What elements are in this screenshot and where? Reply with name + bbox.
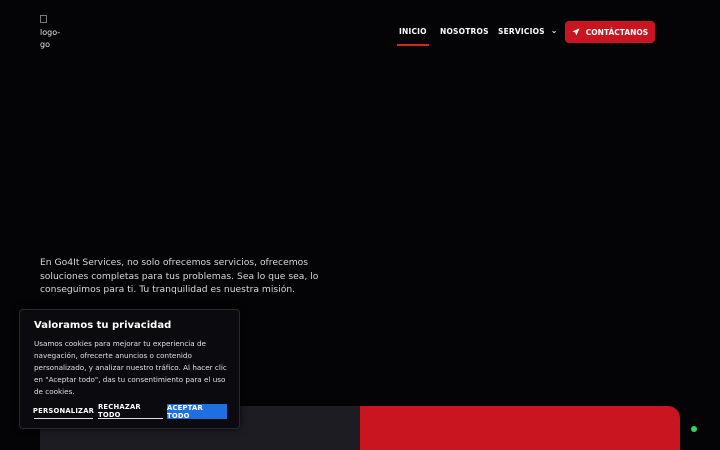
cookie-title: Valoramos tu privacidad xyxy=(34,320,172,331)
main-nav: INICIO NOSOTROS SERVICIOS ⌄ CONTÁCTANOS xyxy=(0,0,720,64)
nav-item-servicios-label: SERVICIOS xyxy=(498,27,545,36)
cookie-body: Usamos cookies para mejorar tu experienc… xyxy=(34,339,227,396)
nav-item-inicio[interactable]: INICIO xyxy=(397,27,429,46)
hero-description: En Go4It Services, no solo ofrecemos ser… xyxy=(40,257,319,296)
contact-button[interactable]: CONTÁCTANOS xyxy=(565,21,655,43)
status-dot xyxy=(691,426,697,432)
chevron-down-icon: ⌄ xyxy=(550,26,558,35)
nav-item-nosotros[interactable]: NOSOTROS xyxy=(440,27,489,36)
send-icon xyxy=(572,28,580,36)
nav-item-servicios[interactable]: SERVICIOS ⌄ xyxy=(498,26,558,36)
customize-button[interactable]: PERSONALIZAR xyxy=(33,404,94,419)
reject-all-button[interactable]: RECHAZAR TODO xyxy=(98,403,163,419)
feature-panel-red xyxy=(360,406,680,450)
contact-button-label: CONTÁCTANOS xyxy=(585,27,649,37)
accept-all-button[interactable]: ACEPTAR TODO xyxy=(167,404,227,420)
cookie-consent-banner: Valoramos tu privacidad Usamos cookies p… xyxy=(19,309,240,429)
